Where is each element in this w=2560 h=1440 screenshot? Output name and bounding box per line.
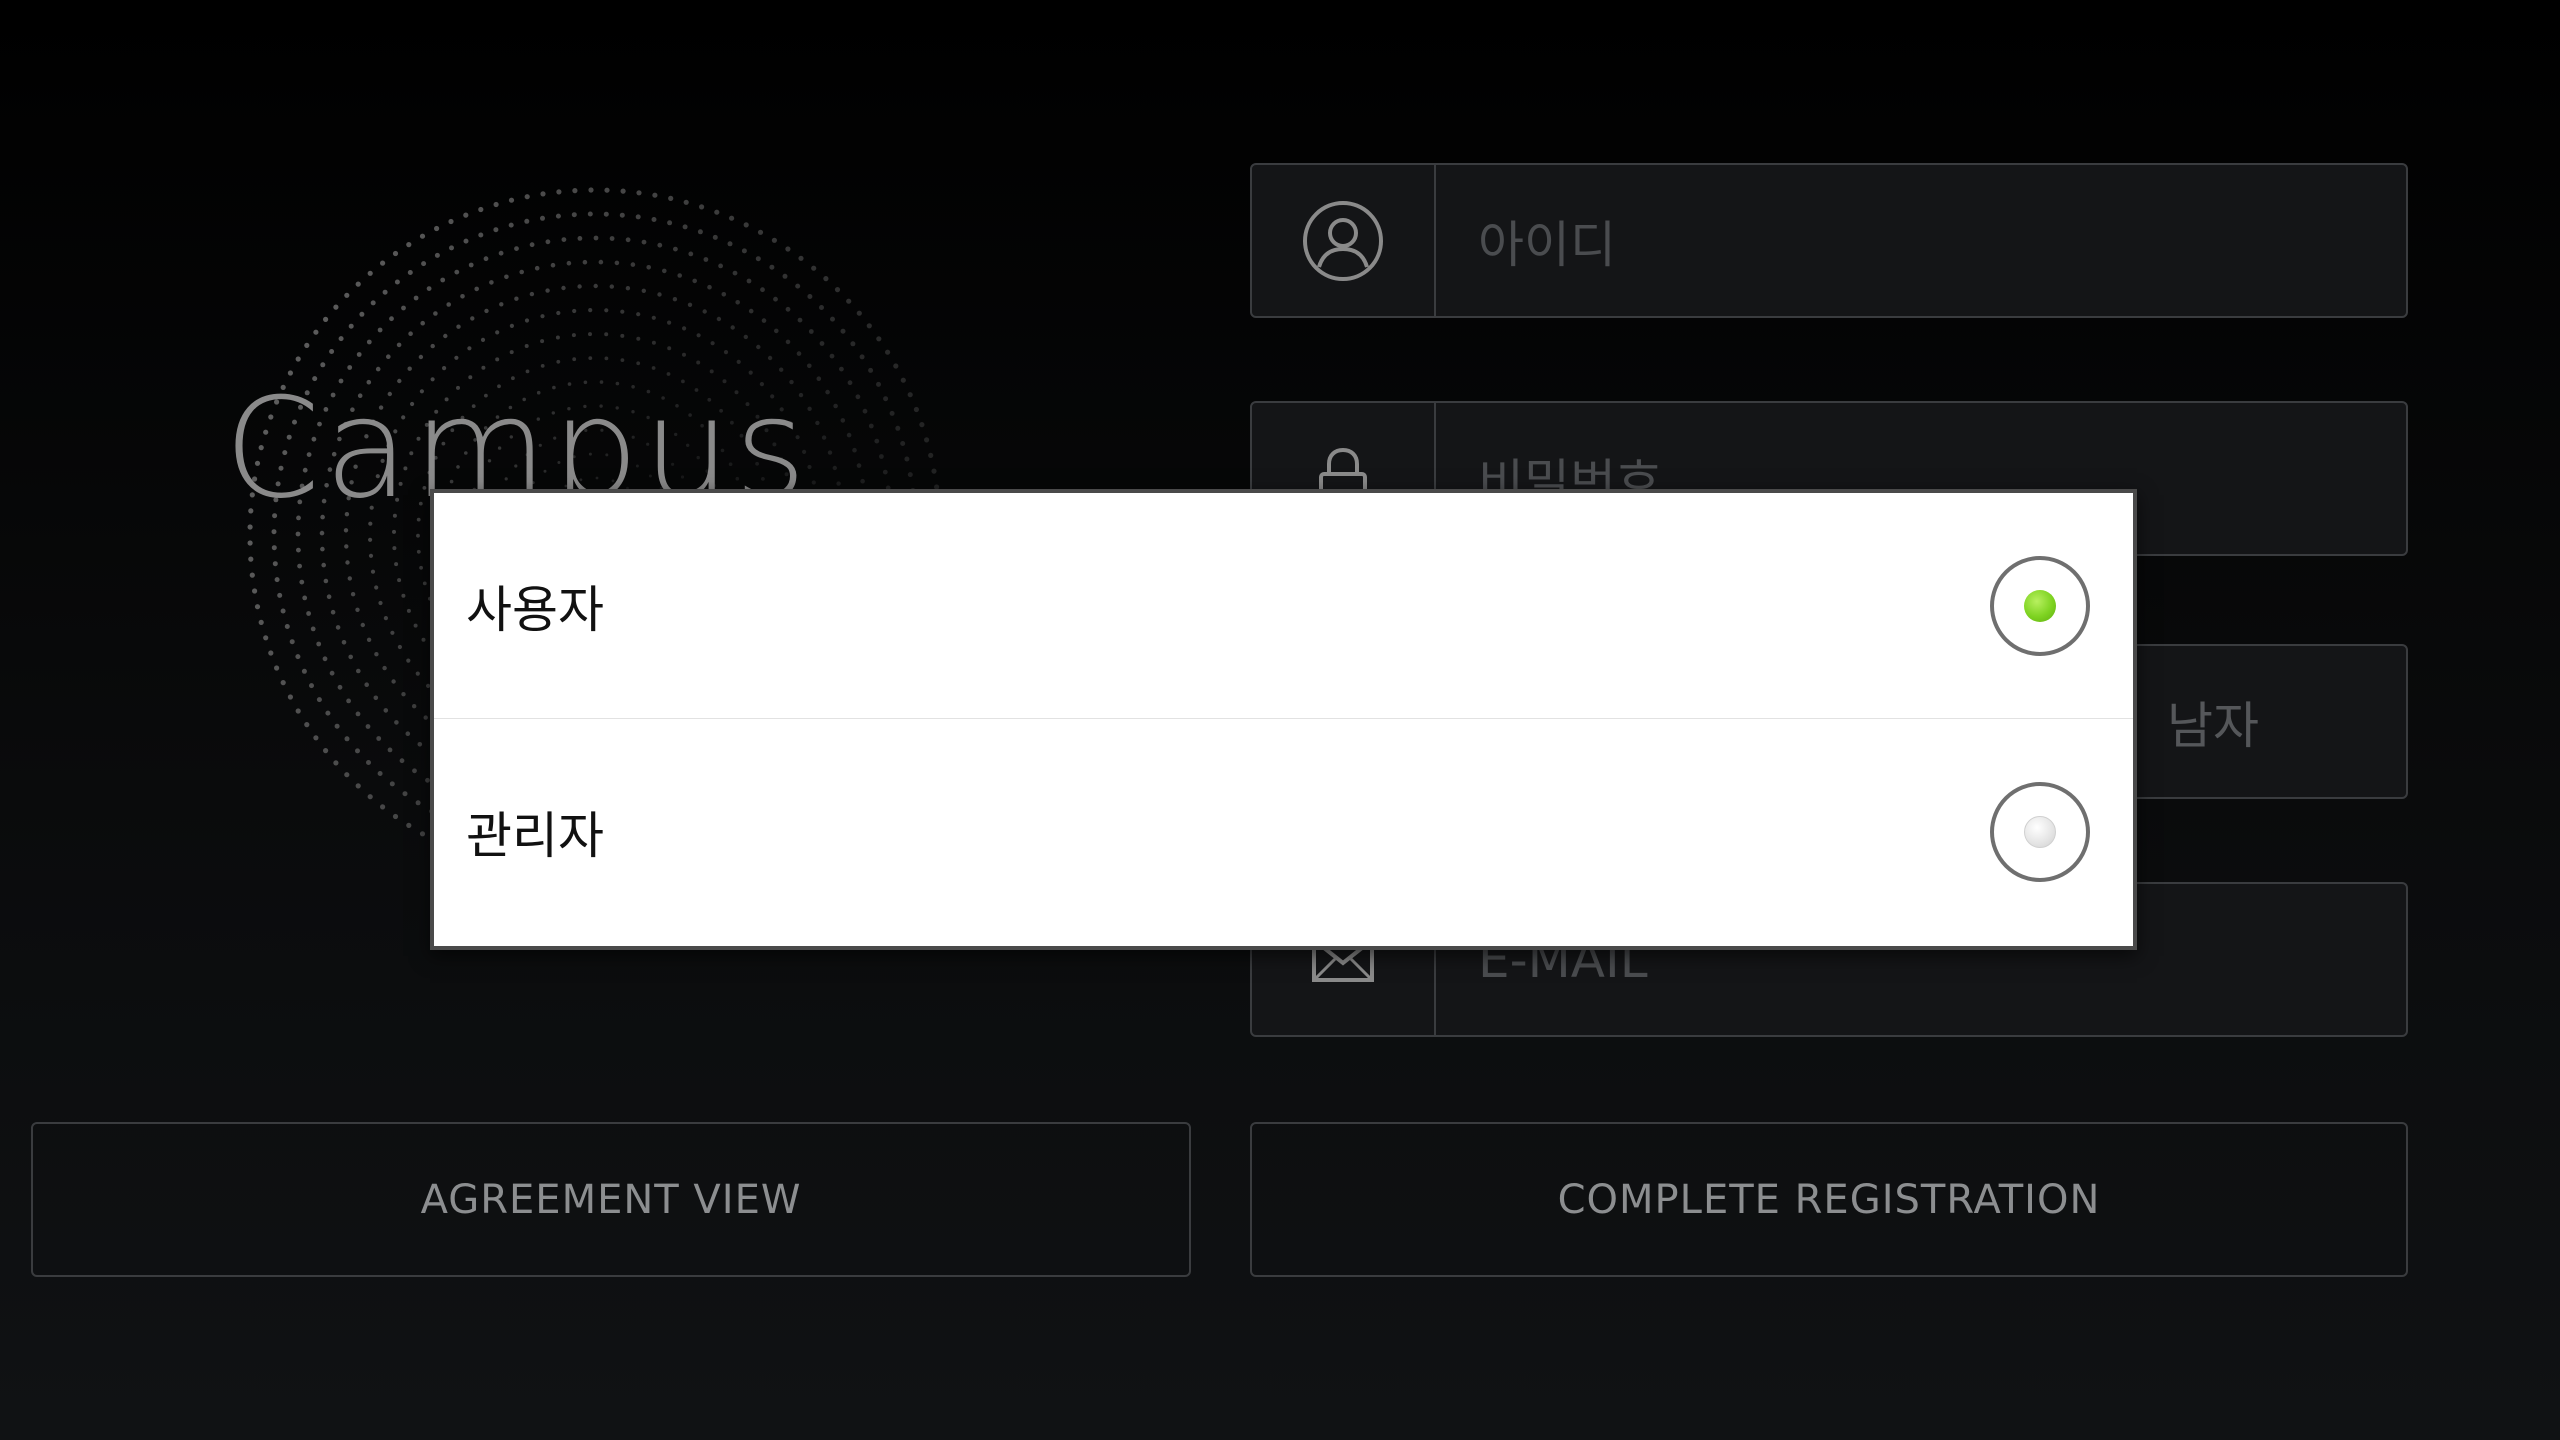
id-icon-cell <box>1252 165 1436 316</box>
option-user[interactable]: 사용자 <box>434 493 2133 719</box>
radio-selected-dot <box>2024 590 2056 622</box>
role-select-dialog: 사용자 관리자 <box>430 489 2137 950</box>
option-user-label: 사용자 <box>466 580 604 639</box>
radio-unselected-dot <box>2024 816 2056 848</box>
gender-value[interactable]: 남자 <box>2167 646 2259 797</box>
agreement-view-button[interactable]: AGREEMENT VIEW <box>31 1122 1191 1277</box>
option-admin-radio[interactable] <box>1990 782 2090 882</box>
id-field[interactable]: 아이디 <box>1250 163 2408 318</box>
option-admin-label: 관리자 <box>466 807 604 865</box>
id-input[interactable]: 아이디 <box>1478 165 1616 316</box>
user-icon <box>1303 200 1383 281</box>
complete-registration-button[interactable]: COMPLETE REGISTRATION <box>1250 1122 2408 1277</box>
option-admin[interactable]: 관리자 <box>434 719 2133 945</box>
option-user-radio[interactable] <box>1990 556 2090 656</box>
